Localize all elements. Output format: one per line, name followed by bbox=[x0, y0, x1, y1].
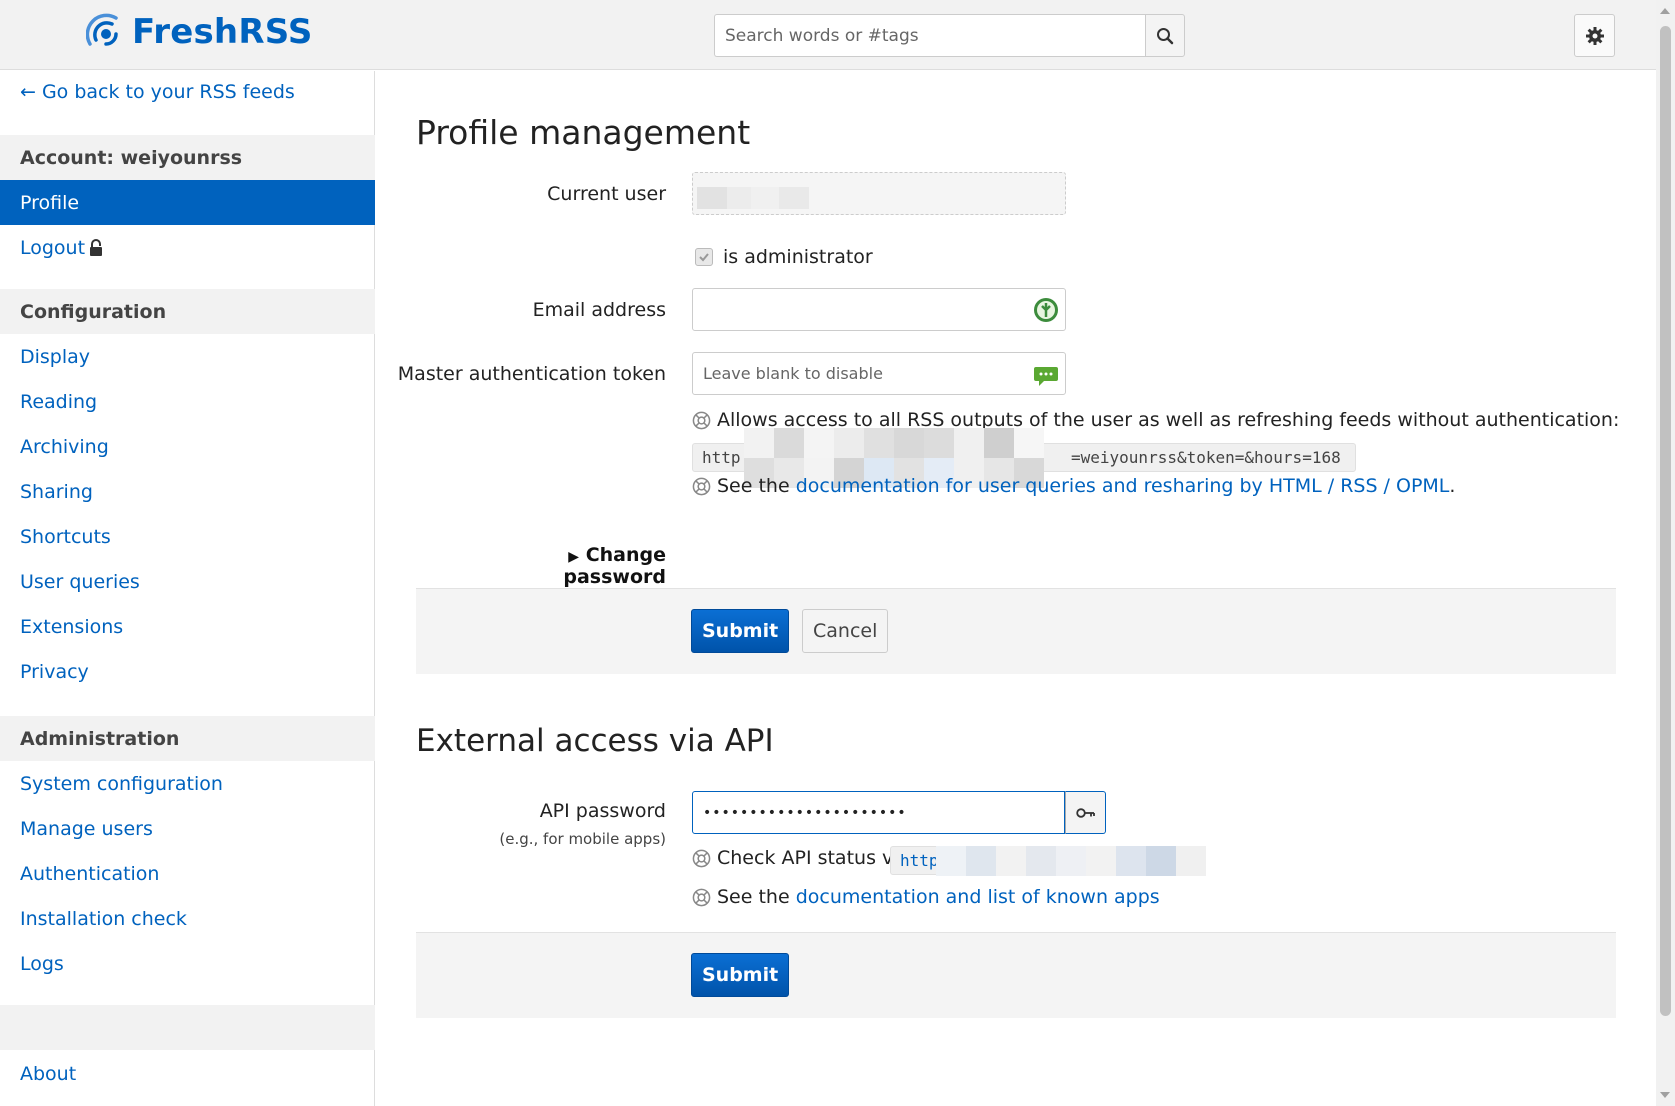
change-password-toggle[interactable]: ▶ Change password bbox=[472, 544, 666, 588]
sidebar-item-authentication[interactable]: Authentication bbox=[0, 851, 375, 896]
see-the-text: See the bbox=[717, 886, 790, 908]
lock-icon bbox=[90, 238, 103, 256]
help-icon bbox=[692, 849, 711, 867]
email-label: Email address bbox=[532, 299, 666, 321]
sidebar-item-reading[interactable]: Reading bbox=[0, 379, 375, 424]
sidebar: ← Go back to your RSS feeds Account: wei… bbox=[0, 71, 375, 1106]
sidebar-item-user-queries[interactable]: User queries bbox=[0, 559, 375, 604]
token-url-start: http bbox=[702, 448, 741, 467]
token-field[interactable] bbox=[692, 352, 1066, 395]
sidebar-item-label: Logout bbox=[20, 236, 86, 259]
api-doc-help: See the documentation and list of known … bbox=[692, 886, 1160, 908]
email-input[interactable] bbox=[693, 289, 1065, 330]
key-icon bbox=[1075, 807, 1095, 818]
is-admin-checkbox bbox=[695, 248, 713, 266]
gear-icon bbox=[1585, 26, 1604, 45]
help-icon bbox=[692, 411, 711, 429]
account-header: Account: weiyounrss bbox=[0, 135, 375, 180]
checkmark-icon bbox=[699, 253, 709, 262]
api-section-title: External access via API bbox=[416, 723, 774, 759]
freshrss-logo-icon bbox=[86, 13, 118, 46]
redacted-mosaic bbox=[936, 846, 1206, 876]
profile-cancel-button[interactable]: Cancel bbox=[802, 609, 889, 653]
password-manager-icon[interactable] bbox=[1033, 297, 1059, 323]
user-queries-doc-link[interactable]: documentation for user queries and resha… bbox=[796, 475, 1450, 497]
doc-help: See the documentation for user queries a… bbox=[692, 475, 1455, 497]
api-status-help: Check API status via: bbox=[692, 847, 917, 869]
sidebar-spacer bbox=[0, 1005, 375, 1050]
current-user-label: Current user bbox=[547, 183, 666, 205]
configuration-header: Configuration bbox=[0, 289, 375, 334]
is-admin-label: is administrator bbox=[723, 246, 873, 268]
api-doc-link[interactable]: documentation and list of known apps bbox=[796, 886, 1160, 908]
sidebar-item-archiving[interactable]: Archiving bbox=[0, 424, 375, 469]
sidebar-item-system-configuration[interactable]: System configuration bbox=[0, 761, 375, 806]
scroll-thumb[interactable] bbox=[1660, 26, 1671, 1016]
sidebar-item-label: Profile bbox=[20, 191, 80, 214]
sidebar-item-display[interactable]: Display bbox=[0, 334, 375, 379]
header: FreshRSS bbox=[0, 0, 1675, 70]
api-status-url-start: http bbox=[900, 851, 939, 870]
email-field[interactable] bbox=[692, 288, 1066, 331]
token-url-end: =weiyounrss&token=&hours=168 bbox=[1071, 448, 1341, 467]
scroll-down-arrow-icon[interactable] bbox=[1660, 1092, 1670, 1098]
see-the-text: See the bbox=[717, 475, 790, 497]
triangle-right-icon: ▶ bbox=[568, 549, 580, 565]
api-submit-button[interactable]: Submit bbox=[691, 953, 790, 997]
logo[interactable]: FreshRSS bbox=[86, 12, 313, 52]
back-to-feeds-link[interactable]: ← Go back to your RSS feeds bbox=[20, 81, 295, 103]
sidebar-item-profile[interactable]: Profile bbox=[0, 180, 375, 225]
administration-header: Administration bbox=[0, 716, 375, 761]
current-user-field bbox=[692, 172, 1066, 215]
main-content: Profile management Current user is admin… bbox=[376, 71, 1656, 1106]
sidebar-item-extensions[interactable]: Extensions bbox=[0, 604, 375, 649]
sidebar-item-about[interactable]: About bbox=[0, 1051, 375, 1096]
settings-button[interactable] bbox=[1574, 14, 1615, 57]
sidebar-item-sharing[interactable]: Sharing bbox=[0, 469, 375, 514]
sidebar-item-shortcuts[interactable]: Shortcuts bbox=[0, 514, 375, 559]
sidebar-item-logs[interactable]: Logs bbox=[0, 941, 375, 986]
token-input[interactable] bbox=[693, 353, 1065, 394]
search-bar bbox=[714, 14, 1185, 57]
scrollbar[interactable] bbox=[1656, 0, 1675, 1106]
search-button[interactable] bbox=[1145, 14, 1185, 57]
token-label: Master authentication token bbox=[397, 363, 666, 385]
profile-form-actions: Submit Cancel bbox=[416, 588, 1616, 674]
scroll-up-arrow-icon[interactable] bbox=[1660, 8, 1670, 14]
api-password-sublabel: (e.g., for mobile apps) bbox=[499, 830, 666, 848]
search-icon bbox=[1157, 27, 1174, 44]
api-password-label: API password bbox=[539, 800, 666, 822]
logo-text: FreshRSS bbox=[132, 12, 313, 52]
help-icon bbox=[692, 477, 711, 495]
api-form-actions: Submit bbox=[416, 932, 1616, 1018]
sidebar-item-privacy[interactable]: Privacy bbox=[0, 649, 375, 694]
api-password-group: •••••••••••••••••••••• bbox=[692, 791, 1106, 834]
sidebar-item-manage-users[interactable]: Manage users bbox=[0, 806, 375, 851]
sidebar-item-logout[interactable]: Logout bbox=[0, 225, 375, 270]
api-password-input[interactable]: •••••••••••••••••••••• bbox=[692, 791, 1065, 834]
profile-submit-button[interactable]: Submit bbox=[691, 609, 790, 653]
toggle-password-visibility-button[interactable] bbox=[1065, 791, 1106, 834]
sidebar-item-installation-check[interactable]: Installation check bbox=[0, 896, 375, 941]
help-icon bbox=[692, 888, 711, 906]
check-api-status-text: Check API status via: bbox=[717, 847, 917, 869]
password-manager-icon[interactable] bbox=[1033, 363, 1059, 389]
page-title: Profile management bbox=[416, 113, 751, 152]
search-input[interactable] bbox=[714, 14, 1145, 57]
